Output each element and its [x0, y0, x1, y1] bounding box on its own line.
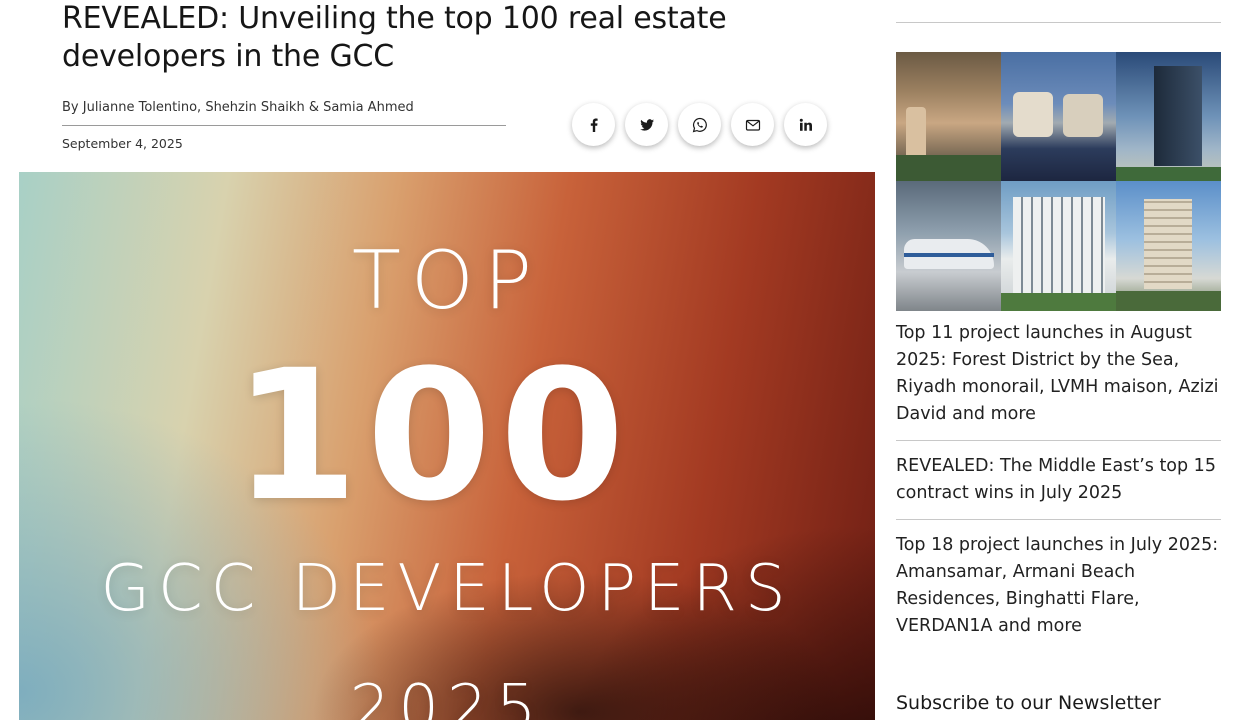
collage-tile-waterfront: [1001, 52, 1116, 181]
hero-title-top: TOP: [351, 234, 543, 327]
hero-title-developers: GCC DEVELOPERS: [100, 552, 794, 626]
collage-tile-interior: [896, 52, 1001, 181]
collage-tile-maison: [1001, 181, 1116, 311]
share-whatsapp-button[interactable]: [678, 103, 721, 146]
hero-image: TOP 100 GCC DEVELOPERS 2025: [19, 172, 875, 720]
related-article-link[interactable]: Top 18 project launches in July 2025: Am…: [896, 532, 1221, 652]
share-twitter-button[interactable]: [625, 103, 668, 146]
linkedin-icon: [799, 118, 812, 131]
related-articles-list: Top 11 project launches in August 2025: …: [896, 320, 1221, 664]
share-linkedin-button[interactable]: [784, 103, 827, 146]
article-byline: By Julianne Tolentino, Shehzin Shaikh & …: [62, 100, 506, 126]
hero-title-year: 2025: [349, 672, 545, 720]
article-headline: REVEALED: Unveiling the top 100 real est…: [62, 1, 727, 74]
hero-title-number: 100: [233, 332, 633, 541]
facebook-icon: [590, 118, 598, 132]
whatsapp-icon: [692, 117, 707, 132]
share-bar: [572, 103, 827, 146]
related-article-link[interactable]: Top 11 project launches in August 2025: …: [896, 320, 1221, 441]
newsletter-heading: Subscribe to our Newsletter: [896, 692, 1161, 714]
collage-tile-highrise: [1116, 181, 1221, 311]
related-collage-image[interactable]: [896, 52, 1221, 311]
share-mail-button[interactable]: [731, 103, 774, 146]
collage-tile-monorail: [896, 181, 1001, 311]
article-date: September 4, 2025: [62, 136, 183, 151]
collage-tile-tower: [1116, 52, 1221, 181]
mail-icon: [745, 119, 760, 131]
twitter-icon: [639, 118, 654, 131]
share-facebook-button[interactable]: [572, 103, 615, 146]
related-article-link[interactable]: REVEALED: The Middle East’s top 15 contr…: [896, 453, 1221, 520]
sidebar-divider: [896, 22, 1221, 23]
